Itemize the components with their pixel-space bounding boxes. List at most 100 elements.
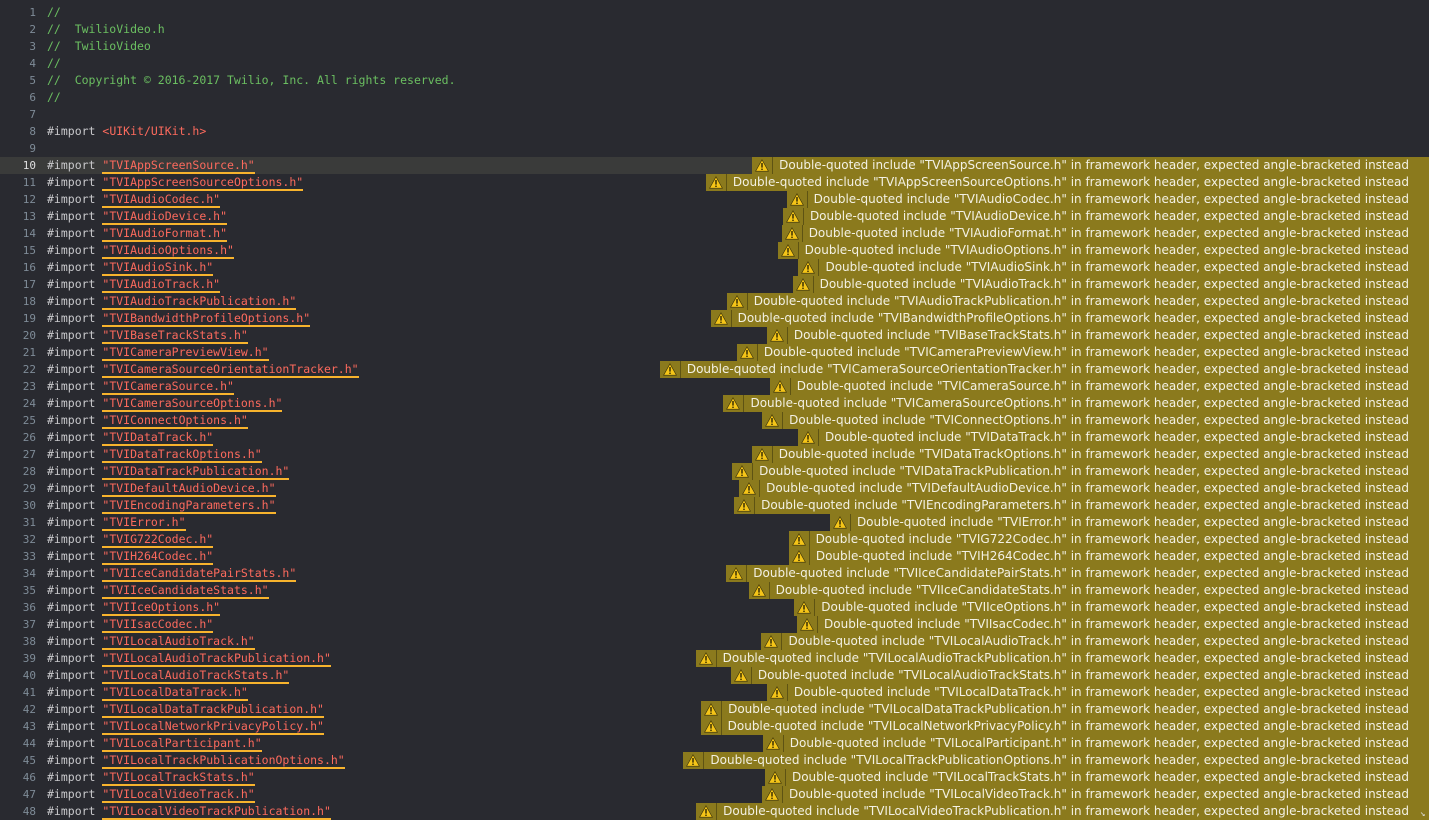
code-line[interactable]: 2 // TwilioVideo.h [0, 21, 1429, 38]
warning-annotation[interactable]: Double-quoted include "TVIDataTrackOptio… [751, 446, 1429, 463]
warning-annotation[interactable]: Double-quoted include "TVIIsacCodec.h" i… [797, 616, 1429, 633]
import-path[interactable]: "TVILocalNetworkPrivacyPolicy.h" [102, 719, 324, 735]
warning-annotation[interactable]: Double-quoted include "TVIAudioCodec.h" … [786, 191, 1429, 208]
code-line[interactable]: 28 #import "TVIDataTrackPublication.h" Dou… [0, 463, 1429, 480]
code-line[interactable]: 44 #import "TVILocalParticipant.h" Double-… [0, 735, 1429, 752]
code-line[interactable]: 22 #import "TVICameraSourceOrientationTra… [0, 361, 1429, 378]
code-line[interactable]: 32 #import "TVIG722Codec.h" Double-quoted … [0, 531, 1429, 548]
warning-annotation[interactable]: Double-quoted include "TVIDataTrackPubli… [732, 463, 1429, 480]
import-path[interactable]: "TVIH264Codec.h" [102, 549, 214, 565]
import-path[interactable]: "TVIConnectOptions.h" [102, 413, 248, 429]
warning-annotation[interactable]: Double-quoted include "TVIBandwidthProfi… [710, 310, 1429, 327]
import-path[interactable]: "TVICameraSource.h" [102, 379, 234, 395]
import-path[interactable]: "TVILocalTrackStats.h" [102, 770, 255, 786]
warning-annotation[interactable]: Double-quoted include "TVIDataTrack.h" i… [798, 429, 1429, 446]
warning-annotation[interactable]: Double-quoted include "TVILocalDataTrack… [766, 684, 1429, 701]
code-line[interactable]: 20 #import "TVIBaseTrackStats.h" Double-qu… [0, 327, 1429, 344]
warning-annotation[interactable]: Double-quoted include "TVIIceCandidatePa… [726, 565, 1429, 582]
warning-annotation[interactable]: Double-quoted include "TVIAudioSink.h" i… [798, 259, 1429, 276]
code-line[interactable]: 6 // [0, 89, 1429, 106]
warning-annotation[interactable]: Double-quoted include "TVIAudioDevice.h"… [782, 208, 1429, 225]
warning-annotation[interactable]: Double-quoted include "TVILocalAudioTrac… [730, 667, 1429, 684]
code-line[interactable]: 12 #import "TVIAudioCodec.h" Double-quoted… [0, 191, 1429, 208]
code-line[interactable]: 11 #import "TVIAppScreenSourceOptions.h" D… [0, 174, 1429, 191]
import-path[interactable]: "TVIBaseTrackStats.h" [102, 328, 248, 344]
import-path[interactable]: "TVIDataTrackPublication.h" [102, 464, 290, 480]
code-line[interactable]: 18 #import "TVIAudioTrackPublication.h" Do… [0, 293, 1429, 310]
import-path[interactable]: "TVIDefaultAudioDevice.h" [102, 481, 276, 497]
code-line[interactable]: 35 #import "TVIIceCandidateStats.h" Double… [0, 582, 1429, 599]
code-line[interactable]: 19 #import "TVIBandwidthProfileOptions.h"… [0, 310, 1429, 327]
code-line[interactable]: 42 #import "TVILocalDataTrackPublication.… [0, 701, 1429, 718]
code-line[interactable]: 33 #import "TVIH264Codec.h" Double-quoted … [0, 548, 1429, 565]
import-path[interactable]: "TVIAudioDevice.h" [102, 209, 228, 225]
code-line[interactable]: 17 #import "TVIAudioTrack.h" Double-quoted… [0, 276, 1429, 293]
code-line[interactable]: 31 #import "TVIError.h" Double-quoted incl… [0, 514, 1429, 531]
code-line[interactable]: 26 #import "TVIDataTrack.h" Double-quoted … [0, 429, 1429, 446]
import-path[interactable]: "TVIAudioCodec.h" [102, 192, 221, 208]
code-line[interactable]: 14 #import "TVIAudioFormat.h" Double-quote… [0, 225, 1429, 242]
warning-annotation[interactable]: Double-quoted include "TVILocalDataTrack… [701, 701, 1429, 718]
code-line[interactable]: 10 #import "TVIAppScreenSource.h" Double-q… [0, 157, 1429, 174]
import-path[interactable]: "TVIAppScreenSource.h" [102, 158, 255, 174]
warning-annotation[interactable]: Double-quoted include "TVILocalAudioTrac… [761, 633, 1429, 650]
warning-annotation[interactable]: Double-quoted include "TVICameraSource.h… [769, 378, 1429, 395]
code-line[interactable]: 40 #import "TVILocalAudioTrackStats.h" Dou… [0, 667, 1429, 684]
import-path[interactable]: "TVILocalParticipant.h" [102, 736, 262, 752]
warning-annotation[interactable]: Double-quoted include "TVIAudioTrack.h" … [792, 276, 1429, 293]
warning-annotation[interactable]: Double-quoted include "TVIH264Codec.h" i… [788, 548, 1429, 565]
code-line[interactable]: 30 #import "TVIEncodingParameters.h" Doubl… [0, 497, 1429, 514]
warning-annotation[interactable]: Double-quoted include "TVIIceOptions.h" … [794, 599, 1429, 616]
code-line[interactable]: 4 // [0, 55, 1429, 72]
import-path[interactable]: "TVIG722Codec.h" [102, 532, 214, 548]
import-path[interactable]: "TVILocalVideoTrack.h" [102, 787, 255, 803]
code-line[interactable]: 7 [0, 106, 1429, 123]
warning-annotation[interactable]: Double-quoted include "TVIAppScreenSourc… [705, 174, 1429, 191]
import-path[interactable]: "TVIAudioFormat.h" [102, 226, 228, 242]
code-line[interactable]: 16 #import "TVIAudioSink.h" Double-quoted … [0, 259, 1429, 276]
code-line[interactable]: 38 #import "TVILocalAudioTrack.h" Double-q… [0, 633, 1429, 650]
code-line[interactable]: 21 #import "TVICameraPreviewView.h" Double… [0, 344, 1429, 361]
import-path[interactable]: "TVIIceOptions.h" [102, 600, 221, 616]
warning-annotation[interactable]: Double-quoted include "TVIG722Codec.h" i… [788, 531, 1429, 548]
warning-annotation[interactable]: Double-quoted include "TVILocalVideoTrac… [696, 803, 1429, 820]
warning-annotation[interactable]: Double-quoted include "TVIBaseTrackStats… [766, 327, 1429, 344]
warning-annotation[interactable]: Double-quoted include "TVILocalNetworkPr… [700, 718, 1429, 735]
source-editor[interactable]: 1 // 2 // TwilioVideo.h 3 // TwilioVideo 4 // 5 /… [0, 0, 1429, 820]
warning-annotation[interactable]: Double-quoted include "TVIEncodingParame… [734, 497, 1429, 514]
import-path[interactable]: "TVIEncodingParameters.h" [102, 498, 276, 514]
code-line[interactable]: 13 #import "TVIAudioDevice.h" Double-quote… [0, 208, 1429, 225]
import-path[interactable]: "TVICameraSourceOptions.h" [102, 396, 283, 412]
import-path[interactable]: "TVIIsacCodec.h" [102, 617, 214, 633]
warning-annotation[interactable]: Double-quoted include "TVILocalTrackPubl… [683, 752, 1429, 769]
code-line[interactable]: 29 #import "TVIDefaultAudioDevice.h" Doubl… [0, 480, 1429, 497]
code-line[interactable]: 9 [0, 140, 1429, 157]
warning-annotation[interactable]: Double-quoted include "TVIAppScreenSourc… [752, 157, 1429, 174]
code-line[interactable]: 27 #import "TVIDataTrackOptions.h" Double-… [0, 446, 1429, 463]
warning-annotation[interactable]: Double-quoted include "TVILocalTrackStat… [764, 769, 1429, 786]
warning-annotation[interactable]: Double-quoted include "TVIAudioTrackPubl… [726, 293, 1429, 310]
code-line[interactable]: 41 #import "TVILocalDataTrack.h" Double-qu… [0, 684, 1429, 701]
warning-annotation[interactable]: Double-quoted include "TVIAudioOptions.h… [777, 242, 1429, 259]
code-line[interactable]: 15 #import "TVIAudioOptions.h" Double-quot… [0, 242, 1429, 259]
code-line[interactable]: 47 #import "TVILocalVideoTrack.h" Double-q… [0, 786, 1429, 803]
warning-annotation[interactable]: Double-quoted include "TVILocalVideoTrac… [761, 786, 1429, 803]
import-path[interactable]: "TVILocalTrackPublicationOptions.h" [102, 753, 345, 769]
warning-annotation[interactable]: Double-quoted include "TVILocalAudioTrac… [695, 650, 1429, 667]
code-line[interactable]: 3 // TwilioVideo [0, 38, 1429, 55]
import-path[interactable]: "TVIError.h" [102, 515, 186, 531]
code-line[interactable]: 48 #import "TVILocalVideoTrackPublication… [0, 803, 1429, 820]
import-path[interactable]: "TVILocalAudioTrackPublication.h" [102, 651, 331, 667]
import-path[interactable]: "TVIDataTrack.h" [102, 430, 214, 446]
code-line[interactable]: 43 #import "TVILocalNetworkPrivacyPolicy.… [0, 718, 1429, 735]
import-path[interactable]: "TVILocalDataTrack.h" [102, 685, 248, 701]
warning-annotation[interactable]: Double-quoted include "TVIIceCandidateSt… [748, 582, 1429, 599]
code-line[interactable]: 5 // Copyright © 2016-2017 Twilio, Inc. A… [0, 72, 1429, 89]
warning-annotation[interactable]: Double-quoted include "TVIError.h" in fr… [829, 514, 1429, 531]
import-path[interactable]: "TVIDataTrackOptions.h" [102, 447, 262, 463]
warning-annotation[interactable]: Double-quoted include "TVICameraSourceOr… [659, 361, 1429, 378]
import-path[interactable]: "TVICameraPreviewView.h" [102, 345, 269, 361]
code-line[interactable]: 46 #import "TVILocalTrackStats.h" Double-q… [0, 769, 1429, 786]
import-path[interactable]: "TVIAudioTrackPublication.h" [102, 294, 297, 310]
code-line[interactable]: 8 #import <UIKit/UIKit.h> [0, 123, 1429, 140]
